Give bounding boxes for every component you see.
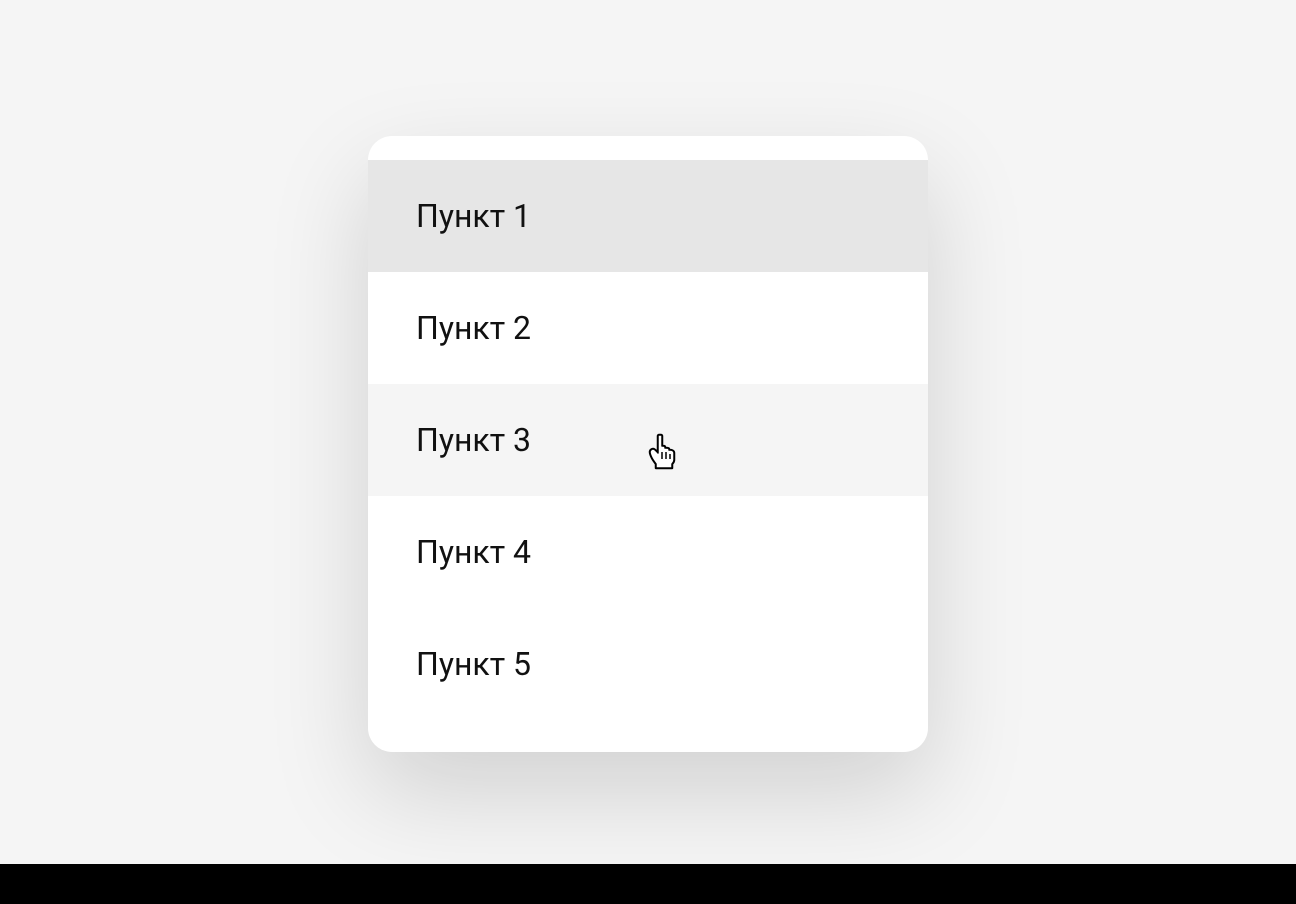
list-item[interactable]: Пункт 5	[368, 608, 928, 720]
bottom-bar	[0, 864, 1296, 904]
list-item[interactable]: Пункт 1	[368, 160, 928, 272]
list-item[interactable]: Пункт 2	[368, 272, 928, 384]
list-item-label: Пункт 5	[416, 645, 531, 683]
list-item-label: Пункт 4	[416, 533, 531, 571]
list-item-label: Пункт 3	[416, 421, 531, 459]
list-item-label: Пункт 1	[416, 197, 531, 235]
list-item-label: Пункт 2	[416, 309, 531, 347]
list-item[interactable]: Пункт 4	[368, 496, 928, 608]
menu-card: Пункт 1 Пункт 2 Пункт 3 Пункт 4 Пункт 5	[368, 136, 928, 752]
list-item[interactable]: Пункт 3	[368, 384, 928, 496]
